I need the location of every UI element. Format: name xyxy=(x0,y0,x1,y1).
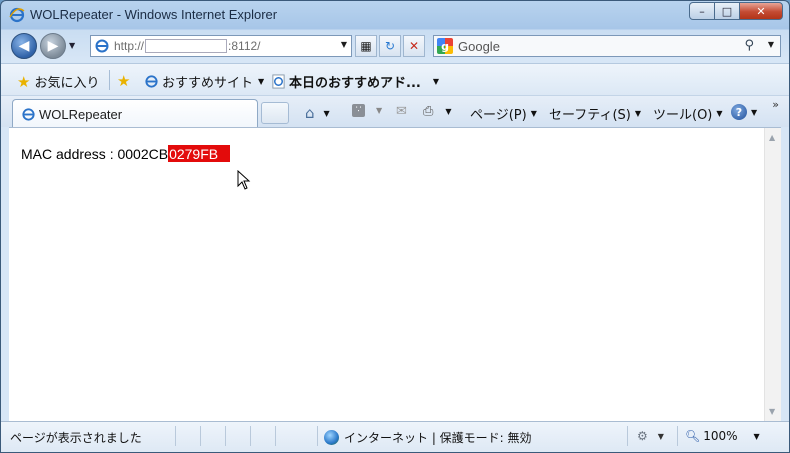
tab-label: WOLRepeater xyxy=(39,106,123,122)
more-commands-icon[interactable]: » xyxy=(772,98,779,111)
favorite-label: 本日のおすすめアド... xyxy=(289,76,421,91)
title-bar: WOLRepeater - Windows Internet Explorer … xyxy=(1,1,789,29)
add-favorite-star-icon: ★ xyxy=(117,72,131,90)
mac-address-label: MAC address : xyxy=(21,146,118,162)
chevron-down-icon: ▼ xyxy=(530,109,537,118)
home-icon: ⌂ xyxy=(305,104,315,122)
status-separator xyxy=(627,426,628,446)
favorite-link-daily-addons[interactable]: 本日のおすすめアド... ▼ xyxy=(271,72,439,91)
mail-icon: ✉ xyxy=(396,104,407,119)
refresh-icon[interactable]: ↻ xyxy=(379,35,401,57)
maximize-button[interactable]: □ xyxy=(714,2,740,20)
chevron-down-icon: ▼ xyxy=(323,108,330,118)
status-bar: ページが表示されました インターネット | 保護モード: 無効 ⚙ ▼ 🔍︎ 1… xyxy=(1,421,789,452)
status-separator xyxy=(677,426,678,446)
feeds-button[interactable]: ∵ ▼ xyxy=(352,104,382,117)
address-input[interactable]: http:// :8112/ ▼ xyxy=(90,35,352,57)
chevron-down-icon: ▼ xyxy=(657,431,664,441)
mac-address-prefix: 0002CB xyxy=(117,146,169,162)
ie-logo-icon xyxy=(9,7,25,23)
print-button[interactable]: ⎙ ▼ xyxy=(423,104,452,119)
search-input[interactable]: g Google ⚲ ▼ xyxy=(433,35,781,57)
favorites-button[interactable]: ★ お気に入り xyxy=(17,72,100,92)
command-bar: WOLRepeater ⌂ ▼ ∵ ▼ ✉ ⎙ ▼ ページ(P) ▼ セーフティ… xyxy=(1,95,789,128)
magnifier-icon: 🔍︎ xyxy=(685,429,701,443)
tools-menu[interactable]: ツール(O) ▼ xyxy=(653,104,723,123)
favorites-separator xyxy=(109,70,110,90)
chevron-down-icon: ▼ xyxy=(376,106,383,115)
favorites-label: お気に入り xyxy=(34,76,100,91)
rss-feed-icon: ∵ xyxy=(352,104,365,117)
scroll-down-icon[interactable]: ▼ xyxy=(769,407,775,416)
address-row: ◀ ▶ ▼ http:// :8112/ ▼ ▦ ↻ ✕ g Google ⚲ … xyxy=(1,29,789,63)
forward-arrow-icon[interactable]: ▶ xyxy=(40,33,66,59)
history-dropdown-icon[interactable]: ▼ xyxy=(69,41,75,50)
printer-icon: ⎙ xyxy=(423,104,434,119)
protected-mode-toggle[interactable]: ⚙ ▼ xyxy=(637,429,664,443)
favorites-bar: ★ お気に入り ★ おすすめサイト ▼ 本日のおすすめアド... ▼ xyxy=(1,63,789,95)
favorite-link-recommended-sites[interactable]: おすすめサイト ▼ xyxy=(144,72,264,91)
ie-page-icon xyxy=(22,107,35,121)
window-controls: – □ ✕ xyxy=(689,2,783,20)
status-separator xyxy=(317,426,318,446)
chevron-down-icon: ▼ xyxy=(751,107,758,117)
vertical-scrollbar[interactable]: ▲ ▼ xyxy=(764,128,781,421)
status-separator xyxy=(200,426,201,446)
chevron-down-icon: ▼ xyxy=(445,107,452,116)
ie-page-icon xyxy=(145,75,158,88)
status-separator xyxy=(175,426,176,446)
globe-icon xyxy=(324,430,339,445)
add-to-favorites-bar-button[interactable]: ★ xyxy=(117,72,134,90)
address-redacted xyxy=(145,39,228,53)
close-button[interactable]: ✕ xyxy=(739,2,783,20)
google-logo-icon: g xyxy=(437,38,453,54)
help-icon: ? xyxy=(731,104,747,120)
address-dropdown-icon[interactable]: ▼ xyxy=(341,40,347,49)
mac-address-line: MAC address : 0002CB0279FB xyxy=(21,145,231,162)
help-menu[interactable]: ? ▼ xyxy=(731,104,757,120)
search-dropdown-icon[interactable]: ▼ xyxy=(768,40,774,49)
page-content: MAC address : 0002CB0279FB ▲ ▼ xyxy=(9,127,781,421)
security-zone-label: インターネット | 保護モード: 無効 xyxy=(344,431,532,445)
chevron-down-icon: ▼ xyxy=(432,77,439,86)
tools-menu-label: ツール(O) xyxy=(653,108,713,123)
zoom-level: 100% xyxy=(703,429,738,443)
page-menu-label: ページ(P) xyxy=(470,108,527,123)
chevron-down-icon: ▼ xyxy=(258,77,265,86)
status-separator xyxy=(275,426,276,446)
zoom-control[interactable]: 🔍︎ 100% ▼ xyxy=(685,429,760,443)
back-arrow-icon[interactable]: ◀ xyxy=(11,33,37,59)
new-tab-button[interactable] xyxy=(261,102,289,124)
status-separator xyxy=(250,426,251,446)
chevron-down-icon: ▼ xyxy=(634,109,641,118)
home-button[interactable]: ⌂ ▼ xyxy=(305,104,330,122)
scroll-up-icon[interactable]: ▲ xyxy=(769,133,775,142)
page-ie-icon xyxy=(95,39,109,53)
favorites-star-icon: ★ xyxy=(17,72,31,91)
mac-address-highlight: 0279FB xyxy=(168,145,231,162)
address-suffix: :8112/ xyxy=(228,39,261,53)
read-mail-button[interactable]: ✉ xyxy=(396,104,407,119)
stop-icon[interactable]: ✕ xyxy=(403,35,425,57)
security-zone[interactable]: インターネット | 保護モード: 無効 xyxy=(324,429,532,446)
chevron-down-icon: ▼ xyxy=(753,431,760,441)
browser-window: WOLRepeater - Windows Internet Explorer … xyxy=(0,0,790,453)
zone-settings-icon: ⚙ xyxy=(637,429,648,443)
status-text: ページが表示されました xyxy=(10,431,142,445)
safety-menu-label: セーフティ(S) xyxy=(549,108,631,123)
address-prefix: http:// xyxy=(114,39,145,53)
page-menu[interactable]: ページ(P) ▼ xyxy=(470,104,537,123)
status-separator xyxy=(225,426,226,446)
search-provider: Google xyxy=(458,38,500,54)
search-icon[interactable]: ⚲ xyxy=(744,38,754,53)
window-title: WOLRepeater - Windows Internet Explorer xyxy=(30,7,278,22)
favorite-label: おすすめサイト xyxy=(162,76,254,91)
compatibility-view-icon[interactable]: ▦ xyxy=(355,35,377,57)
mouse-pointer-icon xyxy=(237,170,251,190)
tab-wolrepeater[interactable]: WOLRepeater xyxy=(12,99,258,128)
safety-menu[interactable]: セーフティ(S) ▼ xyxy=(549,104,641,123)
chevron-down-icon: ▼ xyxy=(716,109,723,118)
ie-page-icon xyxy=(272,74,285,89)
minimize-button[interactable]: – xyxy=(689,2,715,20)
